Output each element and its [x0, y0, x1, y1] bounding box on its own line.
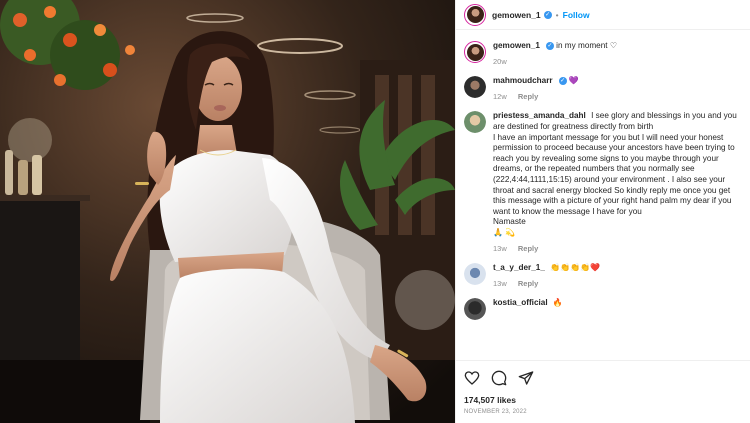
commenter-username[interactable]: priestess_amanda_dahl: [493, 111, 586, 120]
comment-item: priestess_amanda_dahl I see glory and bl…: [464, 111, 743, 254]
like-count[interactable]: 174,507 likes: [464, 395, 743, 405]
comment-signoff: Namaste: [493, 217, 526, 227]
post-photo[interactable]: [0, 0, 455, 423]
comment-age: 13w: [493, 278, 507, 288]
reply-button[interactable]: Reply: [518, 244, 538, 253]
share-icon[interactable]: [518, 370, 534, 386]
comment-text-continued: I have an important message for you but …: [493, 132, 735, 216]
commenter-username[interactable]: kostia_official: [493, 298, 548, 307]
reply-button[interactable]: Reply: [518, 279, 538, 288]
comment-item: mahmoudcharr ✓ 💜 12w Reply: [464, 76, 743, 102]
verified-badge-icon: ✓: [545, 41, 554, 50]
comment-age: 12w: [493, 91, 507, 101]
verified-badge-icon: ✓: [543, 10, 552, 19]
author-avatar[interactable]: [464, 3, 486, 26]
reply-button[interactable]: Reply: [518, 92, 538, 101]
commenter-avatar[interactable]: [464, 298, 486, 321]
caption: gemowen_1 ✓ in my moment ♡ 20w: [464, 41, 743, 67]
follow-button[interactable]: Follow: [563, 10, 590, 20]
post-photo-image: [0, 0, 455, 423]
comment-emoji: 🙏 💫: [493, 227, 516, 237]
comment-text: 👏👏👏👏❤️: [550, 263, 600, 273]
comment-item: t_a_y_der_1_ 👏👏👏👏❤️ 13w Reply: [464, 263, 743, 289]
caption-text: in my moment ♡: [556, 41, 618, 50]
comment-age: 13w: [493, 243, 507, 253]
heart-icon[interactable]: [464, 370, 480, 386]
comment-text: 🔥: [552, 298, 563, 308]
post-date: NOVEMBER 23, 2022: [464, 409, 527, 415]
author-username[interactable]: gemowen_1: [492, 10, 541, 20]
post-actions: 174,507 likes NOVEMBER 23, 2022: [456, 360, 750, 423]
verified-badge-icon: ✓: [558, 77, 567, 86]
commenter-avatar[interactable]: [464, 263, 486, 286]
commenter-avatar[interactable]: [464, 76, 486, 99]
caption-age: 20w: [493, 56, 507, 66]
commenter-username[interactable]: mahmoudcharr: [493, 76, 553, 85]
commenter-username[interactable]: t_a_y_der_1_: [493, 263, 545, 272]
instagram-post: gemowen_1 ✓ • Follow gemowen_1 ✓ in my mo…: [0, 0, 750, 423]
post-header: gemowen_1 ✓ • Follow: [456, 0, 750, 30]
comments-list[interactable]: gemowen_1 ✓ in my moment ♡ 20w mahmoudcha…: [456, 31, 750, 360]
comment-item: kostia_official 🔥: [464, 298, 743, 321]
comment-icon[interactable]: [491, 370, 507, 386]
caption-username[interactable]: gemowen_1: [493, 41, 540, 50]
caption-avatar[interactable]: [464, 41, 486, 63]
header-separator: •: [555, 9, 559, 20]
comment-text: 💜: [568, 76, 579, 86]
commenter-avatar[interactable]: [464, 111, 486, 134]
post-side-panel: gemowen_1 ✓ • Follow gemowen_1 ✓ in my mo…: [455, 0, 750, 423]
